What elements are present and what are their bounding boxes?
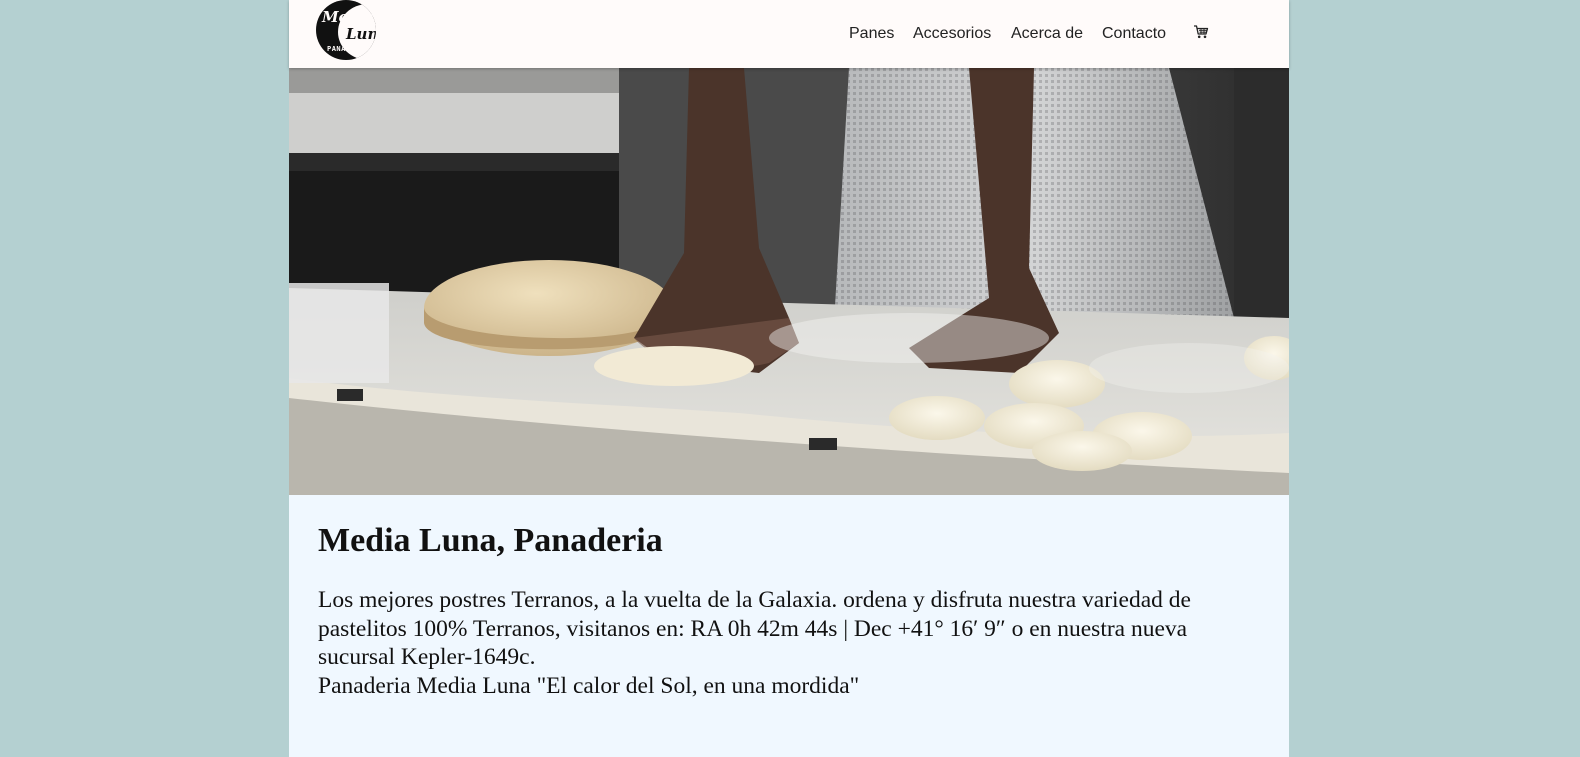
page-container: Media Luna PANADERIA Panes Accesorios Ac… — [289, 0, 1289, 757]
nav-link-acerca-de[interactable]: Acerca de — [1011, 25, 1083, 43]
logo-text-panaderia: PANADERIA — [327, 45, 370, 53]
main-nav: Panes Accesorios Acerca de Contacto — [289, 24, 1289, 44]
shopping-cart-icon[interactable] — [1193, 24, 1209, 40]
logo-text-media: Media — [322, 8, 375, 26]
slogan-text: Panaderia Media Luna "El calor del Sol, … — [318, 672, 860, 699]
navbar: Media Luna PANADERIA Panes Accesorios Ac… — [289, 0, 1289, 68]
nav-link-accesorios[interactable]: Accesorios — [913, 25, 991, 43]
intro-text: Los mejores postres Terranos, a la vuelt… — [318, 586, 1228, 700]
intro-paragraph: Los mejores postres Terranos, a la vuelt… — [318, 587, 1191, 670]
nav-link-contacto[interactable]: Contacto — [1102, 25, 1166, 43]
page-title: Media Luna, Panaderia — [318, 522, 663, 559]
hero-image — [289, 68, 1289, 495]
nav-link-panes[interactable]: Panes — [849, 25, 894, 43]
